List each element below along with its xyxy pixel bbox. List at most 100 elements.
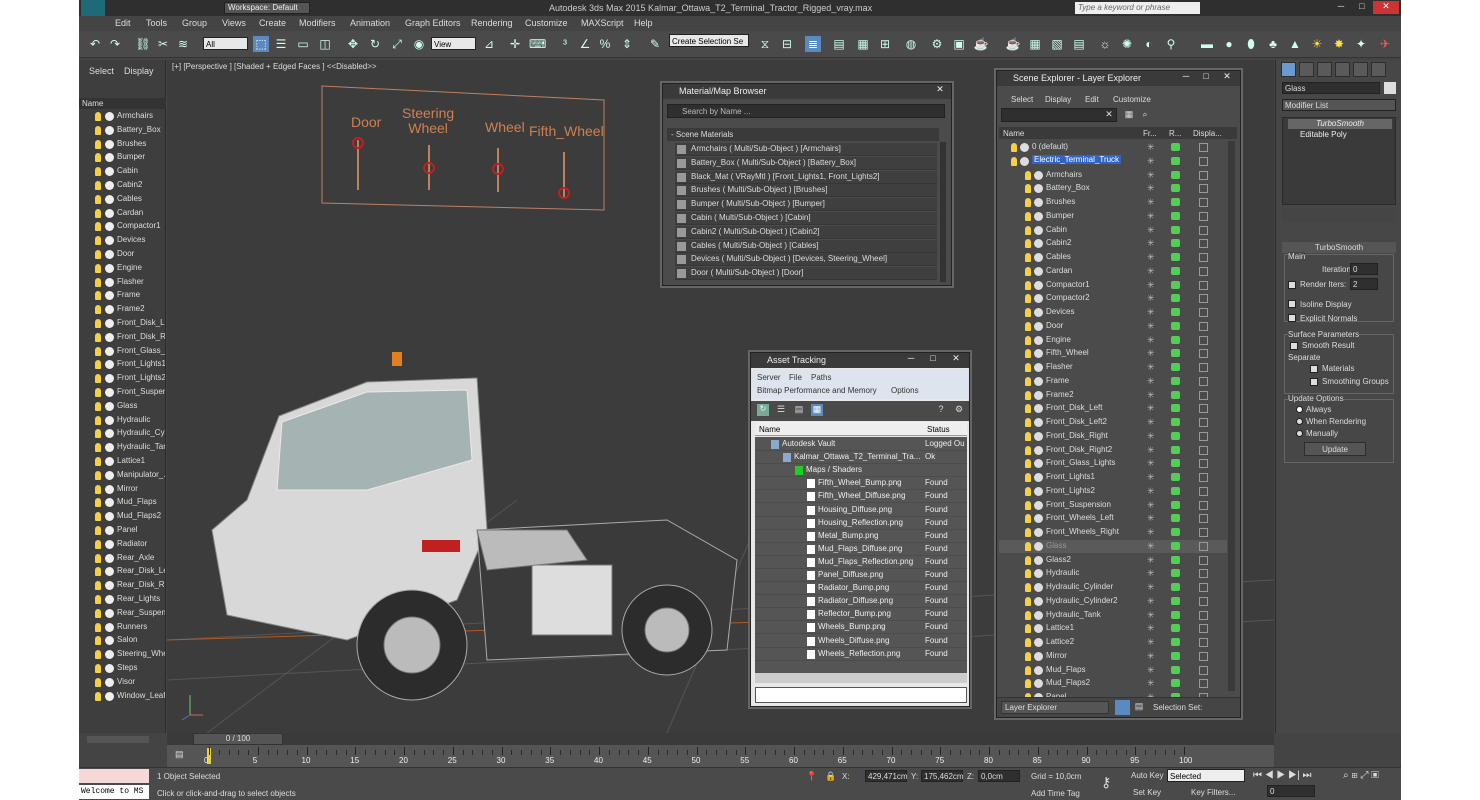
always-radio[interactable] — [1296, 406, 1303, 413]
freeze-icon[interactable]: ✳ — [1147, 651, 1155, 662]
left-list-item[interactable]: Cardan — [79, 207, 166, 221]
layer-bulb-icon[interactable] — [1025, 624, 1031, 634]
window-crossing-icon[interactable]: ◫ — [317, 36, 333, 52]
asset-col-status[interactable]: Status — [927, 425, 950, 434]
render-teapot-icon[interactable] — [1171, 500, 1180, 509]
display-box-icon[interactable] — [1199, 418, 1208, 427]
frame-buffer-icon[interactable]: ▦ — [1027, 36, 1043, 52]
bulb-icon[interactable] — [95, 470, 101, 480]
asset-hscrollbar[interactable] — [755, 673, 967, 683]
layer-col-display[interactable]: Displa... — [1193, 129, 1222, 138]
display-box-icon[interactable] — [1199, 500, 1208, 510]
asset-menu-bitmap[interactable]: Bitmap Performance and Memory — [757, 386, 877, 395]
list-view-icon[interactable]: ☰ — [775, 404, 787, 416]
playback-controls[interactable]: ⏮ ◀ ▶ ▶| ⏭ — [1253, 770, 1311, 781]
menu-views[interactable]: Views — [222, 18, 246, 28]
left-list-item[interactable]: Compactor1 — [79, 220, 166, 234]
layer-bulb-icon[interactable] — [1025, 514, 1031, 524]
menu-tools[interactable]: Tools — [146, 18, 167, 28]
vray-ies-icon[interactable]: ⚲ — [1163, 36, 1179, 52]
asset-menu-file[interactable]: File — [789, 373, 802, 382]
omni-icon[interactable]: ✸ — [1331, 36, 1347, 52]
left-scrollbar[interactable] — [87, 736, 149, 743]
display-box-icon[interactable] — [1199, 569, 1208, 579]
asset-row[interactable]: Radiator_Bump.png Found — [755, 582, 967, 596]
freeze-icon[interactable]: ✳ — [1147, 307, 1155, 318]
bulb-icon[interactable] — [95, 332, 101, 342]
freeze-icon[interactable]: ✳ — [1147, 197, 1155, 208]
material-browser-close-icon[interactable]: ✕ — [931, 84, 949, 98]
refresh-icon[interactable]: ↻ — [757, 404, 769, 416]
render-teapot-icon[interactable] — [1171, 528, 1180, 536]
manually-radio[interactable] — [1296, 430, 1303, 437]
freeze-icon[interactable]: ✳ — [1147, 417, 1155, 428]
layer-list-item[interactable]: Front_Disk_Right2 ✳ — [999, 444, 1227, 457]
freeze-icon[interactable]: ✳ — [1147, 500, 1155, 511]
layer-list-item[interactable]: Frame ✳ — [999, 375, 1227, 388]
asset-menu-paths[interactable]: Paths — [811, 373, 831, 382]
maxscript-listener[interactable] — [79, 769, 149, 783]
close-button[interactable]: ✕ — [1373, 1, 1399, 14]
bulb-icon[interactable] — [95, 650, 101, 660]
left-list-item[interactable]: Door — [79, 248, 166, 262]
display-box-icon[interactable] — [1199, 404, 1208, 414]
left-list-item[interactable]: Engine — [79, 262, 166, 276]
cone-icon[interactable]: ▲ — [1287, 36, 1303, 52]
material-item[interactable]: Door ( Multi/Sub-Object ) [Door] — [675, 267, 937, 281]
stack-turbosmooth[interactable]: TurboSmooth — [1288, 119, 1392, 129]
left-list-item[interactable]: Front_Disk_L... — [79, 317, 166, 331]
bulb-icon[interactable] — [95, 457, 101, 466]
freeze-icon[interactable]: ✳ — [1147, 568, 1155, 579]
material-item[interactable]: Battery_Box ( Multi/Sub-Object ) [Batter… — [675, 156, 937, 170]
material-item[interactable]: Bumper ( Multi/Sub-Object ) [Bumper] — [675, 198, 937, 212]
truck-model[interactable] — [211, 352, 738, 701]
layer-bulb-icon[interactable] — [1025, 418, 1031, 427]
left-list-item[interactable]: Hydraulic — [79, 414, 166, 428]
rect-region-icon[interactable]: ▭ — [295, 36, 311, 52]
keyboard-shortcut-icon[interactable]: ⌨ — [529, 36, 546, 52]
materials-checkbox[interactable] — [1310, 365, 1318, 373]
menu-graph-editors[interactable]: Graph Editors — [405, 18, 461, 28]
create-tab-icon[interactable] — [1281, 62, 1296, 77]
render-teapot-icon[interactable] — [1171, 308, 1180, 316]
layer-bulb-icon[interactable] — [1025, 528, 1031, 537]
bulb-icon[interactable] — [95, 125, 101, 135]
left-list-item[interactable]: Front_Glass_... — [79, 345, 166, 359]
layer-list-item[interactable]: Front_Disk_Right ✳ — [999, 430, 1227, 443]
freeze-icon[interactable]: ✳ — [1147, 541, 1155, 552]
minimize-button[interactable]: ─ — [1331, 1, 1351, 14]
angle-snap-icon[interactable]: ∠ — [577, 36, 593, 52]
curve-editor-icon[interactable]: ▦ — [855, 36, 871, 52]
tab-display[interactable]: Display — [124, 66, 154, 76]
render-teapot-icon[interactable] — [1171, 294, 1180, 303]
time-slider-thumb[interactable]: 0 / 100 — [193, 733, 283, 745]
display-box-icon[interactable] — [1199, 253, 1208, 262]
layer-bulb-icon[interactable] — [1025, 404, 1031, 414]
display-box-icon[interactable] — [1199, 473, 1208, 482]
asset-row[interactable]: Mud_Flaps_Reflection.png Found — [755, 556, 967, 569]
render-teapot-icon[interactable] — [1171, 596, 1180, 605]
layer-bulb-icon[interactable] — [1025, 445, 1031, 455]
bulb-icon[interactable] — [95, 608, 101, 618]
menu-maxscript[interactable]: MAXScript — [581, 18, 624, 28]
asset-row[interactable]: Kalmar_Ottawa_T2_Terminal_Tra... Ok — [755, 451, 967, 465]
material-search-input[interactable]: Search by Name ... — [667, 104, 945, 118]
search-input[interactable]: Type a keyword or phrase — [1075, 2, 1200, 14]
layer-bulb-icon[interactable] — [1025, 459, 1031, 469]
object-name-field[interactable]: Glass — [1282, 82, 1380, 94]
layer-list-item[interactable]: Hydraulic_Tank ✳ — [999, 609, 1227, 622]
bulb-icon[interactable] — [95, 153, 101, 163]
display-box-icon[interactable] — [1199, 445, 1208, 455]
left-list-item[interactable]: Rear_Lights — [79, 593, 166, 607]
sphere-icon[interactable]: ● — [1221, 36, 1237, 52]
asset-menu-server[interactable]: Server — [757, 373, 781, 382]
layer-bulb-icon[interactable] — [1025, 363, 1031, 372]
menu-help[interactable]: Help — [634, 18, 653, 28]
layer-bulb-icon[interactable] — [1025, 583, 1031, 592]
isoline-checkbox[interactable] — [1288, 300, 1296, 308]
asset-row[interactable]: Fifth_Wheel_Diffuse.png Found — [755, 490, 967, 504]
left-list-item[interactable]: Radiator — [79, 538, 166, 552]
render-teapot-icon[interactable] — [1171, 143, 1180, 151]
bulb-icon[interactable] — [95, 374, 101, 384]
render-teapot-icon[interactable] — [1171, 184, 1180, 193]
